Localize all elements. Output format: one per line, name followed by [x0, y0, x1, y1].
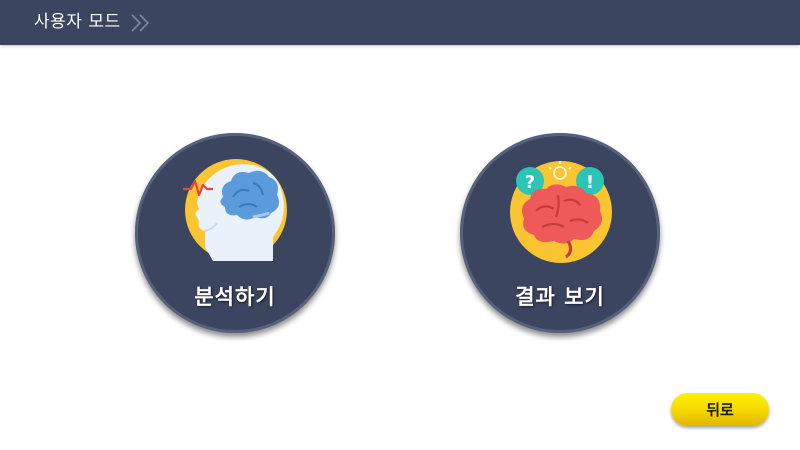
- analyze-button[interactable]: 분석하기: [135, 133, 335, 333]
- svg-text:!: !: [586, 172, 594, 193]
- back-label: 뒤로: [706, 401, 734, 419]
- view-results-button[interactable]: ? ! 결과 보기: [460, 133, 660, 333]
- page-title: 사용자 모드: [34, 12, 121, 32]
- view-results-label: 결과 보기: [515, 285, 605, 309]
- head-brain-icon: [183, 159, 287, 261]
- double-chevron-right-icon: [131, 14, 150, 32]
- header-bar: 사용자 모드: [0, 0, 800, 45]
- brain-idea-icon: ? !: [510, 161, 612, 263]
- analyze-label: 분석하기: [194, 285, 276, 309]
- svg-text:?: ?: [525, 172, 535, 193]
- back-button[interactable]: 뒤로: [671, 393, 769, 426]
